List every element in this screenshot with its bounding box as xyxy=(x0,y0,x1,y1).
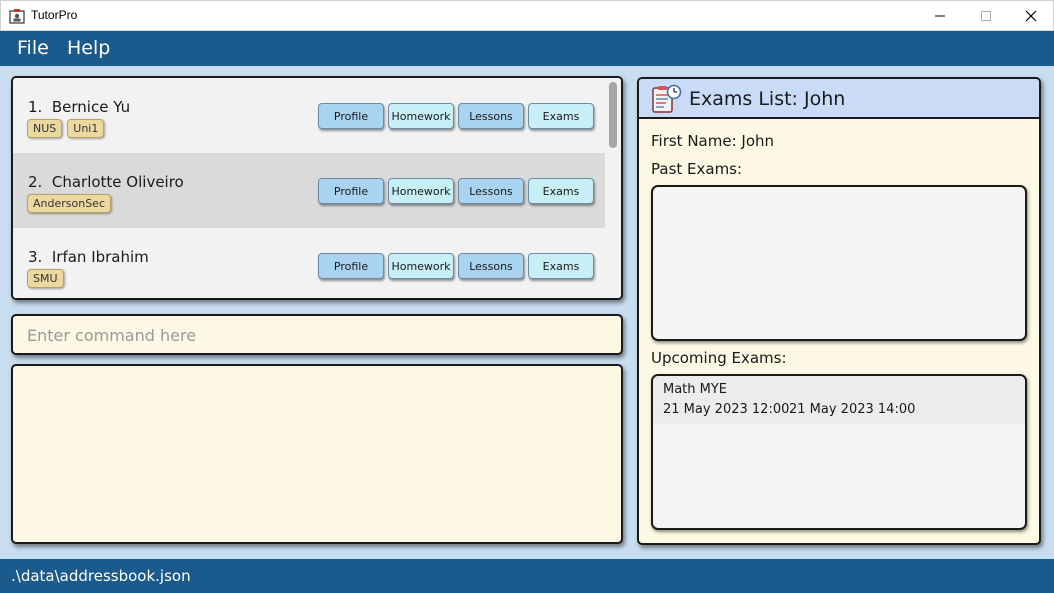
exams-panel: Exams List: John First Name: John Past E… xyxy=(637,77,1041,545)
menu-bar: File Help xyxy=(0,31,1054,66)
main-area: 1. Bernice Yu NUS Uni1 Profile Homework … xyxy=(0,66,1054,559)
lessons-button[interactable]: Lessons xyxy=(458,103,524,129)
exam-name: Math MYE xyxy=(663,382,728,397)
minimize-icon xyxy=(935,15,945,17)
past-exams-label: Past Exams: xyxy=(651,160,743,178)
exams-button[interactable]: Exams xyxy=(528,178,594,204)
first-name-label: First Name: John xyxy=(651,132,775,150)
homework-button[interactable]: Homework xyxy=(388,178,454,204)
lessons-button[interactable]: Lessons xyxy=(458,253,524,279)
profile-button[interactable]: Profile xyxy=(318,103,384,129)
maximize-icon xyxy=(981,11,991,21)
person-index: 3. xyxy=(28,248,43,266)
exams-header: Exams List: John xyxy=(639,79,1039,119)
person-name-text: Charlotte Oliveiro xyxy=(51,173,184,191)
result-display[interactable] xyxy=(11,364,623,544)
homework-button[interactable]: Homework xyxy=(388,253,454,279)
tag: SMU xyxy=(27,269,64,288)
person-actions: Profile Homework Lessons Exams xyxy=(318,178,594,204)
maximize-button[interactable] xyxy=(963,1,1009,31)
person-actions: Profile Homework Lessons Exams xyxy=(318,103,594,129)
person-tags: SMU xyxy=(27,269,64,288)
title-bar: TutorPro xyxy=(0,0,1054,31)
tag: AndersonSec xyxy=(27,194,111,213)
person-tags: NUS Uni1 xyxy=(27,119,105,138)
person-actions: Profile Homework Lessons Exams xyxy=(318,253,594,279)
list-scrollbar-thumb[interactable] xyxy=(609,82,617,148)
person-name: 1. Bernice Yu xyxy=(28,98,130,116)
person-index: 2. xyxy=(28,173,43,191)
exam-end-time: 21 May 2023 14:00 xyxy=(789,402,916,417)
lessons-button[interactable]: Lessons xyxy=(458,178,524,204)
command-box xyxy=(11,314,623,355)
upcoming-exams-list[interactable]: Math MYE 21 May 2023 12:00 21 May 2023 1… xyxy=(651,374,1027,530)
exam-item[interactable]: Math MYE 21 May 2023 12:00 21 May 2023 1… xyxy=(653,376,1025,424)
person-index: 1. xyxy=(28,98,43,116)
close-icon xyxy=(1025,10,1037,22)
person-card-1[interactable]: 1. Bernice Yu NUS Uni1 Profile Homework … xyxy=(13,78,605,153)
menu-file[interactable]: File xyxy=(17,37,49,59)
person-card-3[interactable]: 3. Irfan Ibrahim SMU Profile Homework Le… xyxy=(13,228,605,298)
past-exams-list[interactable] xyxy=(651,185,1027,341)
person-card-2[interactable]: 2. Charlotte Oliveiro AndersonSec Profil… xyxy=(13,153,605,228)
exams-button[interactable]: Exams xyxy=(528,103,594,129)
profile-button[interactable]: Profile xyxy=(318,253,384,279)
exams-button[interactable]: Exams xyxy=(528,253,594,279)
minimize-button[interactable] xyxy=(917,1,963,31)
upcoming-exams-label: Upcoming Exams: xyxy=(651,349,787,367)
person-name: 3. Irfan Ibrahim xyxy=(28,248,149,266)
window-title: TutorPro xyxy=(31,8,78,22)
person-name-text: Irfan Ibrahim xyxy=(51,248,149,266)
exam-start-time: 21 May 2023 12:00 xyxy=(663,402,790,417)
status-bar: .\data\addressbook.json xyxy=(0,559,1054,593)
person-tags: AndersonSec xyxy=(27,194,111,213)
tag: NUS xyxy=(27,119,63,138)
person-name-text: Bernice Yu xyxy=(51,98,131,116)
homework-button[interactable]: Homework xyxy=(388,103,454,129)
person-name: 2. Charlotte Oliveiro xyxy=(28,173,184,191)
close-button[interactable] xyxy=(1008,1,1054,31)
exam-clipboard-icon xyxy=(652,84,682,113)
person-list[interactable]: 1. Bernice Yu NUS Uni1 Profile Homework … xyxy=(11,76,623,300)
menu-help[interactable]: Help xyxy=(67,37,110,59)
app-icon xyxy=(9,9,25,24)
data-file-path: .\data\addressbook.json xyxy=(11,567,191,585)
profile-button[interactable]: Profile xyxy=(318,178,384,204)
tag: Uni1 xyxy=(67,119,105,138)
command-input[interactable] xyxy=(25,325,609,346)
exams-title: Exams List: John xyxy=(689,88,846,110)
